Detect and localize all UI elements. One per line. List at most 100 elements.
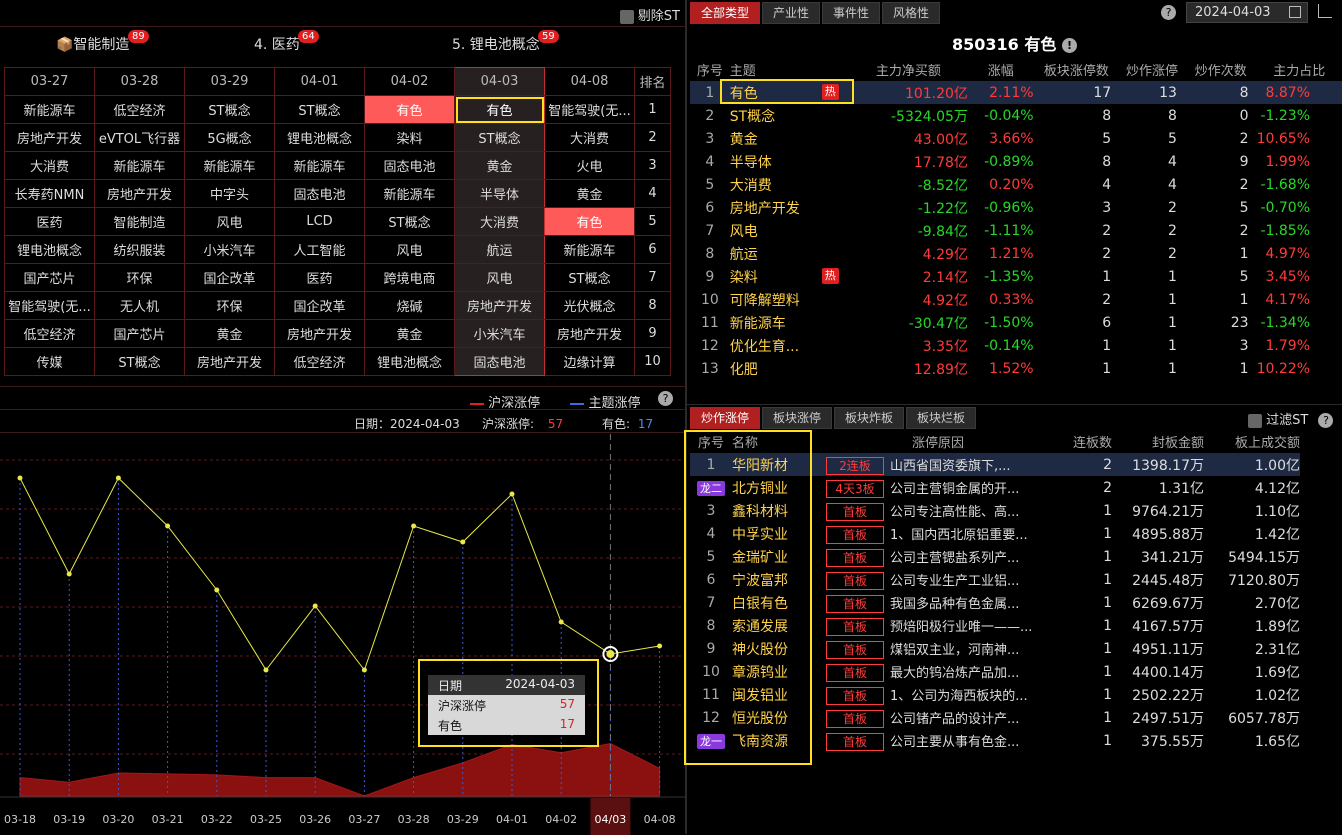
help-icon[interactable]: ? bbox=[1161, 5, 1176, 20]
grid-header-cell[interactable]: 03-29 bbox=[184, 67, 275, 96]
help-icon[interactable]: ? bbox=[1318, 413, 1334, 428]
grid-cell[interactable]: 新能源车 bbox=[274, 151, 365, 180]
grid-cell[interactable]: 房地产开发 bbox=[94, 179, 185, 208]
grid-header-cell[interactable]: 03-28 bbox=[94, 67, 185, 96]
info-icon[interactable]: ! bbox=[1061, 38, 1077, 53]
theme-row[interactable]: 2 ST概念 -5324.05万 -0.04% 8 8 0 -1.23% bbox=[690, 104, 1342, 127]
grid-cell[interactable]: 小米汽车 bbox=[454, 319, 545, 348]
grid-cell[interactable]: 风电 bbox=[454, 263, 545, 292]
theme-item[interactable]: 4. 医药 64 bbox=[254, 30, 319, 54]
grid-cell[interactable]: 烧碱 bbox=[364, 291, 455, 320]
grid-cell[interactable]: 新能源车 bbox=[184, 151, 275, 180]
type-tab[interactable]: 风格性 bbox=[882, 2, 941, 24]
theme-row[interactable]: 7 风电 -9.84亿 -1.11% 2 2 2 -1.85% bbox=[690, 219, 1342, 242]
grid-cell[interactable]: 国产芯片 bbox=[94, 319, 185, 348]
grid-cell[interactable]: 小米汽车 bbox=[184, 235, 275, 264]
grid-cell[interactable]: 智能驾驶(无... bbox=[4, 291, 95, 320]
grid-cell[interactable]: ST概念 bbox=[454, 123, 545, 152]
column-header[interactable]: 炒作涨停 bbox=[1119, 58, 1185, 81]
grid-cell[interactable]: 医药 bbox=[274, 263, 365, 292]
grid-cell[interactable]: 跨境电商 bbox=[364, 263, 455, 292]
grid-cell[interactable]: 低空经济 bbox=[274, 347, 365, 376]
column-header[interactable]: 涨停原因 bbox=[822, 430, 1054, 453]
filter-st-toggle[interactable]: 过滤ST ? bbox=[1248, 409, 1334, 428]
grid-cell[interactable]: 房地产开发 bbox=[544, 319, 635, 348]
grid-cell[interactable]: ST概念 bbox=[184, 95, 275, 124]
grid-cell[interactable]: 边缘计算 bbox=[544, 347, 635, 376]
type-tab[interactable]: 产业性 bbox=[762, 2, 821, 24]
grid-cell[interactable]: 房地产开发 bbox=[4, 123, 95, 152]
column-header[interactable]: 主力占比 bbox=[1257, 58, 1342, 81]
theme-row[interactable]: 4 半导体 17.78亿 -0.89% 8 4 9 1.99% bbox=[690, 150, 1342, 173]
grid-cell[interactable]: LCD bbox=[274, 207, 365, 236]
theme-limit-chart[interactable]: 03-18 03-19 03-20 03-21 03-22 03-25 03-26 03-27… bbox=[0, 434, 686, 835]
grid-cell[interactable]: 固态电池 bbox=[364, 151, 455, 180]
grid-cell[interactable]: 固态电池 bbox=[454, 347, 545, 376]
column-header[interactable]: 涨幅 bbox=[968, 58, 1034, 81]
column-header[interactable]: 序号 bbox=[690, 58, 730, 81]
grid-cell[interactable]: 半导体 bbox=[454, 179, 545, 208]
grid-cell[interactable]: 有色 bbox=[364, 95, 455, 124]
column-header[interactable]: 连板数 bbox=[1054, 430, 1112, 453]
date-picker[interactable]: 2024-04-03 bbox=[1186, 2, 1308, 23]
theme-row[interactable]: 11 新能源车 -30.47亿 -1.50% 6 1 23 -1.34% bbox=[690, 311, 1342, 334]
column-header[interactable]: 板上成交额 bbox=[1204, 430, 1300, 453]
grid-cell[interactable]: 无人机 bbox=[94, 291, 185, 320]
grid-cell[interactable]: 国产芯片 bbox=[4, 263, 95, 292]
grid-cell[interactable]: 房地产开发 bbox=[274, 319, 365, 348]
help-icon[interactable]: ? bbox=[658, 391, 673, 406]
theme-row[interactable]: 3 黄金 43.00亿 3.66% 5 5 2 10.65% bbox=[690, 127, 1342, 150]
grid-cell[interactable]: 新能源车 bbox=[544, 235, 635, 264]
grid-header-cell[interactable]: 04-03 bbox=[454, 67, 545, 96]
type-tab[interactable]: 全部类型 bbox=[690, 2, 761, 24]
grid-cell[interactable]: ST概念 bbox=[94, 347, 185, 376]
grid-cell[interactable]: 大消费 bbox=[4, 151, 95, 180]
limit-tab[interactable]: 板块炸板 bbox=[834, 407, 905, 429]
grid-cell[interactable]: 传媒 bbox=[4, 347, 95, 376]
grid-cell[interactable]: 环保 bbox=[94, 263, 185, 292]
theme-item[interactable]: 📦智能制造 89 bbox=[56, 30, 149, 54]
limit-tab[interactable]: 板块涨停 bbox=[762, 407, 833, 429]
grid-cell[interactable]: 黄金 bbox=[454, 151, 545, 180]
grid-header-cell[interactable]: 04-01 bbox=[274, 67, 365, 96]
grid-cell[interactable]: 有色 bbox=[544, 207, 635, 236]
grid-cell[interactable]: 黄金 bbox=[544, 179, 635, 208]
grid-cell[interactable]: 锂电池概念 bbox=[364, 347, 455, 376]
filter-st-checkbox[interactable] bbox=[1248, 413, 1262, 428]
grid-cell[interactable]: 固态电池 bbox=[274, 179, 365, 208]
grid-cell[interactable]: 智能驾驶(无... bbox=[544, 95, 635, 124]
grid-cell[interactable]: 新能源车 bbox=[4, 95, 95, 124]
grid-header-cell[interactable]: 04-02 bbox=[364, 67, 455, 96]
grid-cell[interactable]: ST概念 bbox=[364, 207, 455, 236]
column-header[interactable]: 主力净买额 bbox=[849, 58, 968, 81]
theme-row[interactable]: 12 优化生育... 3.35亿 -0.14% 1 1 3 1.79% bbox=[690, 334, 1342, 357]
grid-cell[interactable]: 房地产开发 bbox=[454, 291, 545, 320]
grid-cell[interactable]: 光伏概念 bbox=[544, 291, 635, 320]
grid-cell[interactable]: 航运 bbox=[454, 235, 545, 264]
grid-cell[interactable]: 中字头 bbox=[184, 179, 275, 208]
theme-row[interactable]: 13 化肥 12.89亿 1.52% 1 1 1 10.22% bbox=[690, 357, 1342, 380]
theme-row[interactable]: 8 航运 4.29亿 1.21% 2 2 1 4.97% bbox=[690, 242, 1342, 265]
column-header[interactable]: 封板金额 bbox=[1112, 430, 1204, 453]
grid-header-cell[interactable]: 03-27 bbox=[4, 67, 95, 96]
grid-cell[interactable]: 5G概念 bbox=[184, 123, 275, 152]
grid-cell[interactable]: 房地产开发 bbox=[184, 347, 275, 376]
exclude-st-checkbox[interactable] bbox=[619, 9, 634, 24]
grid-cell[interactable]: ST概念 bbox=[544, 263, 635, 292]
grid-cell[interactable]: 黄金 bbox=[364, 319, 455, 348]
grid-cell[interactable]: eVTOL飞行器 bbox=[94, 123, 185, 152]
grid-cell[interactable]: 锂电池概念 bbox=[4, 235, 95, 264]
grid-cell[interactable]: 长寿药NMN bbox=[4, 179, 95, 208]
theme-row[interactable]: 6 房地产开发 -1.22亿 -0.96% 3 2 5 -0.70% bbox=[690, 196, 1342, 219]
grid-cell[interactable]: 风电 bbox=[364, 235, 455, 264]
grid-cell[interactable]: 环保 bbox=[184, 291, 275, 320]
grid-cell[interactable]: 新能源车 bbox=[364, 179, 455, 208]
grid-cell[interactable]: 纺织服装 bbox=[94, 235, 185, 264]
limit-tab[interactable]: 板块烂板 bbox=[906, 407, 977, 429]
exclude-st-toggle[interactable]: 剔除ST bbox=[619, 5, 680, 24]
grid-header-cell[interactable]: 04-08 bbox=[544, 67, 635, 96]
grid-cell[interactable]: 大消费 bbox=[454, 207, 545, 236]
grid-cell[interactable]: 有色 bbox=[454, 95, 545, 124]
grid-cell[interactable]: ST概念 bbox=[274, 95, 365, 124]
grid-cell[interactable]: 国企改革 bbox=[184, 263, 275, 292]
